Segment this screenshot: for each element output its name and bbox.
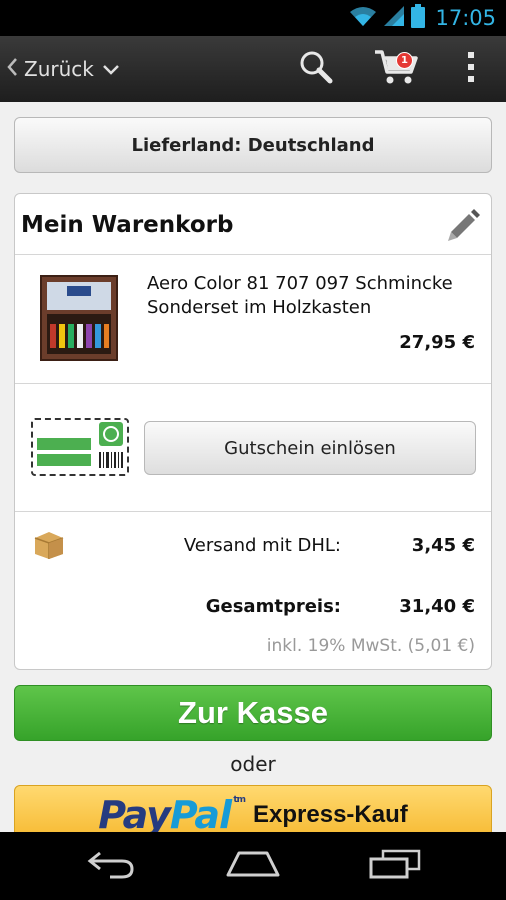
search-icon: [299, 50, 333, 88]
paypal-express-button[interactable]: PayPal tm Express-Kauf: [14, 785, 492, 832]
cart-count-badge: 1: [396, 52, 413, 69]
chevron-down-icon[interactable]: [102, 57, 120, 81]
search-button[interactable]: [276, 36, 356, 102]
cart-title: Mein Warenkorb: [21, 212, 234, 238]
paypal-logo-pal: Pal: [169, 793, 232, 832]
status-bar: 17:05: [0, 0, 506, 36]
status-icons: [349, 4, 426, 32]
paypal-logo-pay: Pay: [98, 793, 171, 832]
or-label: oder: [230, 752, 276, 776]
redeem-voucher-button[interactable]: Gutschein einlösen: [144, 421, 476, 475]
back-nav-icon: [86, 849, 136, 883]
content-area[interactable]: Lieferland: Deutschland Mein Warenkorb A…: [0, 102, 506, 832]
voucher-image: [31, 418, 129, 476]
product-price: 27,95 €: [399, 332, 475, 353]
cart-card: Mein Warenkorb Aero Color 81 707 097 Sch…: [14, 193, 492, 670]
package-icon: [33, 530, 65, 564]
navigation-bar: [0, 832, 506, 900]
divider: [15, 383, 491, 384]
nav-recents-button[interactable]: [345, 836, 445, 896]
overflow-menu-button[interactable]: [436, 36, 506, 102]
battery-icon: [411, 4, 426, 32]
product-image[interactable]: [39, 274, 121, 364]
nav-back-button[interactable]: [61, 836, 161, 896]
total-price: 31,40 €: [399, 596, 475, 617]
divider: [15, 511, 491, 512]
paypal-logo: PayPal tm: [98, 793, 246, 832]
wifi-icon: [349, 5, 377, 31]
back-button[interactable]: Zurück: [0, 36, 120, 102]
nav-home-button[interactable]: [203, 836, 303, 896]
paypal-trademark: tm: [233, 795, 246, 805]
shipping-label: Versand mit DHL:: [183, 535, 341, 556]
cart-button[interactable]: 1: [356, 36, 436, 102]
vat-note: inkl. 19% MwSt. (5,01 €): [266, 636, 475, 656]
pencil-icon: [445, 209, 481, 246]
action-icons: 1: [276, 36, 506, 102]
overflow-menu-icon: [466, 51, 476, 87]
home-nav-icon: [225, 849, 281, 883]
paypal-express-label: Express-Kauf: [253, 801, 408, 828]
product-name[interactable]: Aero Color 81 707 097 Schmincke Sonderse…: [147, 272, 477, 320]
edit-cart-button[interactable]: [445, 206, 481, 246]
delivery-country-button[interactable]: Lieferland: Deutschland: [14, 117, 492, 173]
total-label: Gesamtpreis:: [205, 596, 341, 617]
divider: [15, 254, 491, 255]
back-label: Zurück: [24, 57, 94, 81]
status-time: 17:05: [435, 6, 496, 30]
chevron-left-icon: [6, 57, 18, 82]
action-bar: Zurück 1: [0, 36, 506, 102]
recents-nav-icon: [369, 849, 421, 883]
shipping-price: 3,45 €: [411, 535, 475, 556]
checkout-button[interactable]: Zur Kasse: [14, 685, 492, 741]
signal-icon: [383, 5, 405, 31]
